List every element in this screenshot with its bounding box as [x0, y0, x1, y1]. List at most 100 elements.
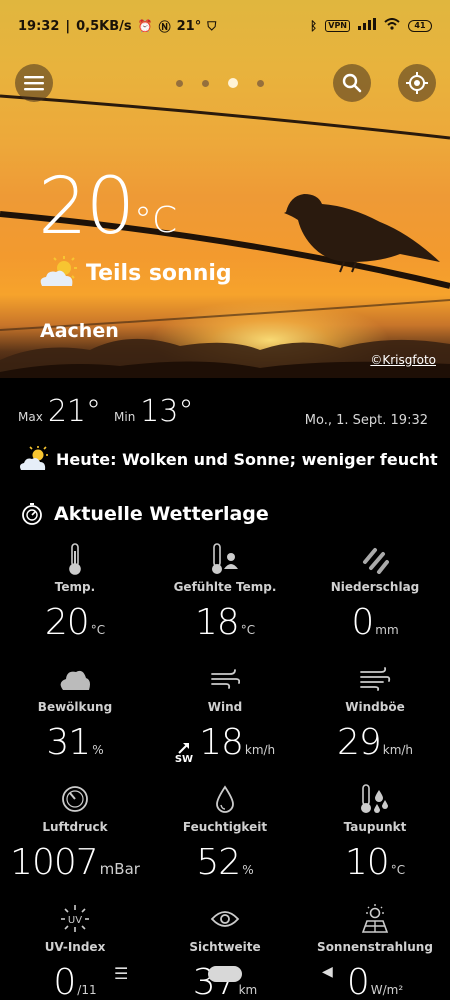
metric-value: 1007 — [10, 842, 99, 883]
metric-label: Sonnenstrahlung — [317, 940, 433, 954]
max-label: Max — [18, 410, 43, 424]
metric-label: Wind — [207, 700, 243, 714]
status-net-speed: 0,5KB/s — [76, 18, 132, 34]
metric-wind[interactable]: Wind SW 18 km/h — [150, 664, 300, 765]
metric-precipitation[interactable]: Niederschlag 0 mm — [300, 544, 450, 643]
metric-unit: km/h — [244, 743, 276, 757]
summary-text: Heute: Wolken und Sonne; weniger feucht — [56, 449, 438, 469]
nav-recents-button[interactable]: ☰ — [114, 964, 128, 983]
page-dot[interactable] — [202, 79, 209, 87]
condition-row: Teils sonnig — [38, 256, 232, 290]
status-time: 19:32 — [18, 18, 60, 34]
metric-visibility[interactable]: Sichtweite 37km — [150, 904, 300, 1000]
status-divider: | — [65, 18, 71, 34]
min-label: Min — [114, 410, 136, 424]
metric-unit: °C — [240, 623, 256, 637]
photo-credit-link[interactable]: ©Krisgfoto — [370, 353, 436, 367]
metric-unit: mBar — [99, 860, 140, 878]
wind-direction: SW — [175, 742, 193, 765]
locate-button[interactable] — [398, 64, 436, 102]
wind-icon — [211, 669, 240, 689]
section-title: Aktuelle Wetterlage — [54, 503, 269, 525]
status-temp: 21° — [176, 18, 202, 34]
current-temp-unit: °C — [134, 200, 178, 241]
alarm-icon: ⏰ — [137, 19, 153, 33]
search-icon — [342, 73, 362, 93]
pressure-icon — [62, 786, 88, 812]
feels-like-icon — [212, 543, 238, 574]
page-dot-active[interactable] — [228, 78, 238, 88]
dewpoint-icon — [361, 784, 388, 813]
metric-unit: °C — [90, 623, 106, 637]
metric-value: 0 — [53, 962, 76, 1000]
wifi-icon — [384, 18, 400, 34]
metric-unit: W/m² — [370, 983, 404, 997]
partly-sunny-icon — [40, 256, 77, 286]
metric-value: 10 — [344, 842, 390, 883]
page-indicator — [176, 78, 264, 88]
bluetooth-icon: ᛒ — [310, 19, 318, 33]
status-bar: 19:32 | 0,5KB/s ⏰ Ⓝ 21° ⛉ ᛒ VPN 41 — [0, 0, 450, 52]
metric-value: 0 — [346, 962, 370, 1000]
metric-temperature[interactable]: Temp. 20 °C — [0, 543, 150, 643]
condition-text: Teils sonnig — [86, 260, 232, 286]
nav-home-button[interactable] — [208, 966, 242, 982]
page-dot[interactable] — [257, 79, 264, 87]
metric-value: 18 — [199, 722, 244, 763]
metric-unit: /11 — [77, 983, 97, 997]
metric-pressure[interactable]: Luftdruck 1007 mBar — [0, 784, 150, 883]
wind-direction-text: SW — [174, 754, 194, 765]
metric-label: Feuchtigkeit — [182, 820, 268, 834]
metric-unit: °C — [390, 863, 406, 877]
nav-back-button[interactable]: ◀ — [322, 964, 333, 980]
min-value: 13° — [140, 394, 194, 429]
city-name[interactable]: Aachen — [40, 320, 119, 342]
metric-label: Niederschlag — [330, 580, 420, 594]
page-dot[interactable] — [176, 79, 183, 87]
metric-label: Taupunkt — [343, 820, 407, 834]
crosshair-icon — [406, 72, 428, 94]
metric-uv-index[interactable]: UV UV-Index 0/11 — [0, 904, 150, 1000]
daily-summary[interactable]: Heute: Wolken und Sonne; weniger feucht — [18, 446, 438, 472]
signal-icon — [358, 18, 376, 34]
metric-label: Bewölkung — [37, 700, 113, 714]
metric-feels-like[interactable]: Gefühlte Temp. 18 °C — [150, 543, 300, 643]
metric-cloud-cover[interactable]: Bewölkung 31% — [0, 664, 150, 763]
hamburger-icon — [24, 76, 44, 91]
date-time: Mo., 1. Sept. 19:32 — [304, 413, 428, 428]
partly-sunny-small-icon — [20, 446, 48, 470]
svg-text:UV: UV — [68, 915, 82, 926]
metric-value: 52 — [196, 842, 241, 883]
metric-humidity[interactable]: Feuchtigkeit 52% — [150, 784, 300, 883]
shield-icon: ⛉ — [207, 18, 217, 33]
stopwatch-icon — [22, 503, 42, 525]
metric-dew-point[interactable]: Taupunkt 10 °C — [300, 784, 450, 883]
metric-unit: km/h — [382, 743, 414, 757]
metric-unit: % — [92, 743, 104, 757]
current-temperature: 20 — [38, 162, 135, 252]
rain-icon — [363, 548, 389, 574]
vpn-badge: VPN — [325, 20, 350, 32]
metric-label: Gefühlte Temp. — [173, 580, 277, 594]
max-value: 21° — [47, 394, 101, 429]
metric-label: UV-Index — [44, 940, 106, 954]
search-button[interactable] — [333, 64, 371, 102]
metric-solar-radiation[interactable]: Sonnenstrahlung 0 W/m² — [300, 904, 450, 1000]
menu-button[interactable] — [15, 64, 53, 102]
min-max-row: Max 21° Min 13° — [18, 394, 201, 429]
metric-unit: % — [242, 863, 254, 877]
metric-gust[interactable]: Windböe 29 km/h — [300, 664, 450, 763]
uv-icon: UV — [61, 905, 89, 932]
current-conditions-header: Aktuelle Wetterlage — [20, 502, 269, 526]
metric-value: 20 — [44, 602, 90, 643]
hero-photo: 19:32 | 0,5KB/s ⏰ Ⓝ 21° ⛉ ᛒ VPN 41 20 °C… — [0, 0, 450, 378]
metric-value: 0 — [351, 602, 374, 643]
metric-unit: mm — [375, 623, 399, 637]
nfc-icon: Ⓝ — [158, 19, 171, 34]
wind-arrow-icon — [178, 743, 189, 754]
solar-icon — [361, 904, 389, 933]
gust-icon — [360, 667, 391, 691]
battery-indicator: 41 — [408, 20, 432, 32]
metric-value: 29 — [336, 722, 382, 763]
eye-icon — [210, 911, 240, 927]
